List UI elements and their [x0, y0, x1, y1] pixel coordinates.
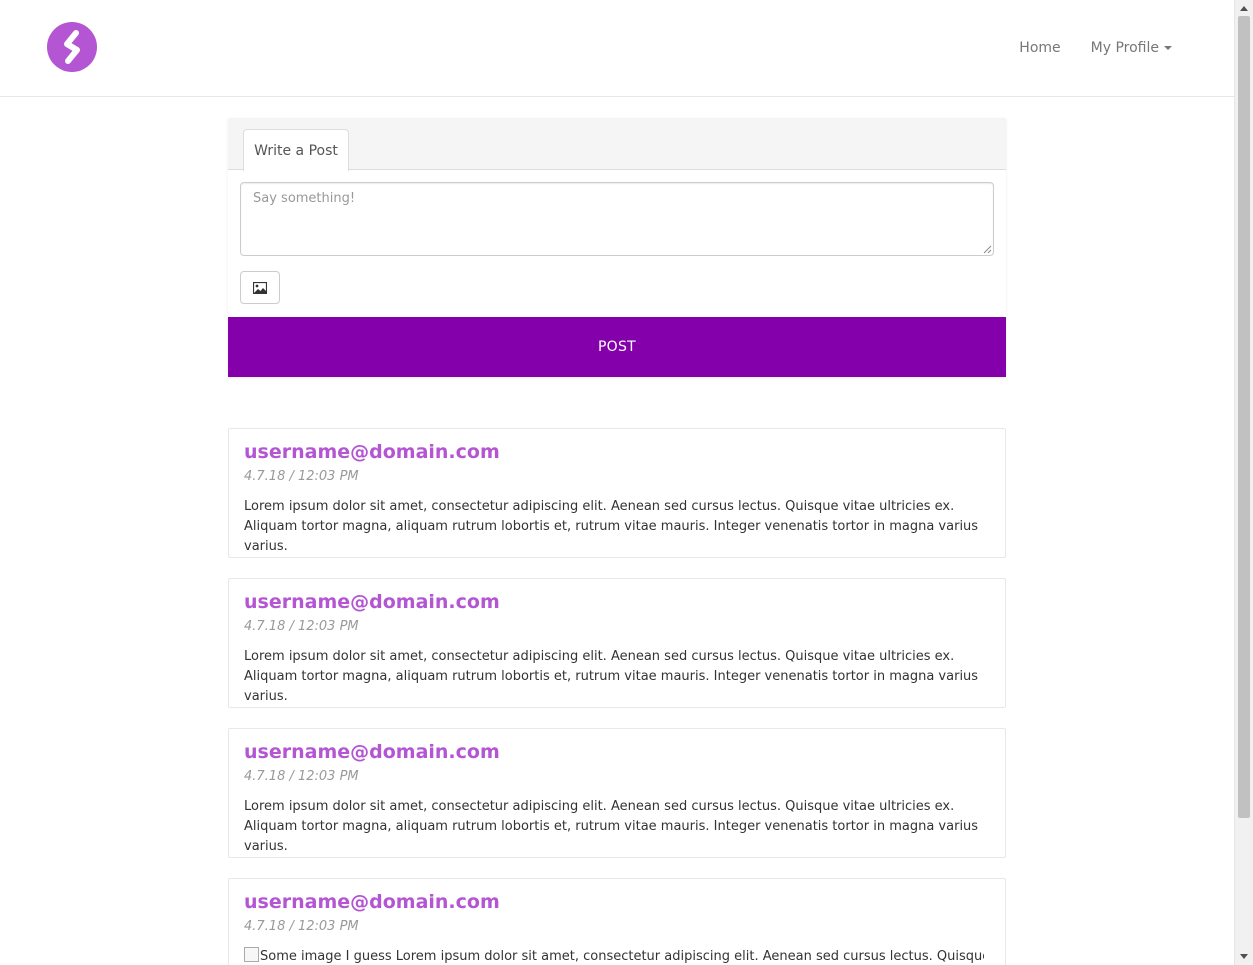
tab-write-a-post[interactable]: Write a Post [243, 129, 349, 171]
nav-profile-dropdown[interactable]: My Profile [1091, 40, 1172, 56]
post-composer: Write a Post POST [228, 118, 1006, 377]
image-icon [253, 281, 267, 294]
nav-home-label: Home [1019, 39, 1061, 56]
brand-logo-icon[interactable] [47, 22, 97, 72]
logo-glyph-icon [64, 30, 80, 64]
top-navbar: Home My Profile [0, 0, 1234, 97]
page-scrollbar[interactable] [1234, 0, 1253, 965]
nav-home-link[interactable]: Home [1019, 40, 1060, 56]
post-body: Lorem ipsum dolor sit amet, consectetur … [244, 799, 979, 854]
post-timestamp: 4.7.18 / 12:03 PM [244, 769, 359, 784]
post-author-link[interactable]: username@domain.com [244, 891, 500, 913]
post-body: Lorem ipsum dolor sit amet, consectetur … [244, 499, 979, 554]
post-body-text: Lorem ipsum dolor sit amet, consectetur … [395, 949, 984, 964]
post-timestamp: 4.7.18 / 12:03 PM [244, 619, 359, 634]
post-author-link[interactable]: username@domain.com [244, 741, 500, 763]
nav-profile-label: My Profile [1090, 39, 1159, 56]
tab-write-a-post-label: Write a Post [254, 142, 338, 159]
resize-grip-icon[interactable] [983, 245, 992, 254]
post-timestamp: 4.7.18 / 12:03 PM [244, 919, 359, 934]
post-button-label: POST [597, 339, 637, 355]
post-author-link[interactable]: username@domain.com [244, 591, 500, 613]
post-timestamp: 4.7.18 / 12:03 PM [244, 469, 359, 484]
post-card: username@domain.com 4.7.18 / 12:03 PM Lo… [228, 578, 1006, 708]
post-image-alt: Some image I guess [260, 949, 392, 964]
post-body: Some image I guess Lorem ipsum dolor sit… [244, 947, 984, 965]
broken-image-icon [244, 947, 259, 962]
caret-down-icon [1164, 45, 1172, 50]
post-button[interactable]: POST [228, 317, 1006, 377]
page: Home My Profile Write a Post Say somethi… [0, 0, 1253, 965]
composer-tab-bar: Write a Post [228, 118, 1006, 171]
scroll-down-arrow-icon[interactable] [1240, 954, 1248, 959]
post-card: username@domain.com 4.7.18 / 12:03 PM Lo… [228, 728, 1006, 858]
add-image-button[interactable] [240, 271, 280, 304]
post-body: Lorem ipsum dolor sit amet, consectetur … [244, 649, 979, 704]
post-card: username@domain.com 4.7.18 / 12:03 PM So… [228, 878, 1006, 965]
scroll-up-arrow-icon[interactable] [1240, 6, 1248, 11]
nav-links: Home My Profile [989, 0, 1172, 95]
post-textarea[interactable] [240, 182, 994, 256]
scrollbar-thumb[interactable] [1238, 16, 1250, 818]
post-card: username@domain.com 4.7.18 / 12:03 PM Lo… [228, 428, 1006, 558]
post-author-link[interactable]: username@domain.com [244, 441, 500, 463]
